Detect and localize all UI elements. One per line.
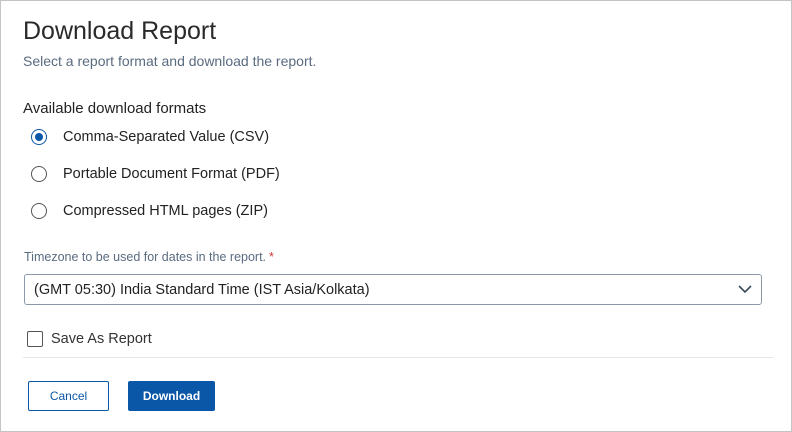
- radio-button[interactable]: [31, 203, 47, 219]
- format-option-pdf[interactable]: Portable Document Format (PDF): [31, 164, 280, 184]
- timezone-select[interactable]: (GMT 05:30) India Standard Time (IST Asi…: [24, 274, 762, 305]
- footer-divider: [23, 357, 773, 358]
- required-marker: *: [269, 250, 274, 264]
- timezone-label-text: Timezone to be used for dates in the rep…: [24, 250, 267, 264]
- dialog-subtitle: Select a report format and download the …: [23, 53, 317, 69]
- save-as-report-label: Save As Report: [51, 331, 152, 347]
- format-option-label: Compressed HTML pages (ZIP): [63, 203, 268, 219]
- cancel-button[interactable]: Cancel: [28, 381, 109, 411]
- download-report-dialog: Download Report Select a report format a…: [0, 0, 792, 432]
- timezone-select-value: (GMT 05:30) India Standard Time (IST Asi…: [34, 281, 370, 298]
- radio-button[interactable]: [31, 166, 47, 182]
- format-option-csv[interactable]: Comma-Separated Value (CSV): [31, 127, 269, 147]
- chevron-down-icon: [738, 285, 752, 294]
- save-as-report-checkbox[interactable]: [27, 331, 43, 347]
- format-option-label: Portable Document Format (PDF): [63, 166, 280, 182]
- download-button[interactable]: Download: [128, 381, 215, 411]
- dialog-title: Download Report: [23, 17, 217, 45]
- radio-button-checked[interactable]: [31, 129, 47, 145]
- save-as-report-option[interactable]: Save As Report: [27, 330, 152, 348]
- format-option-zip[interactable]: Compressed HTML pages (ZIP): [31, 201, 268, 221]
- timezone-label: Timezone to be used for dates in the rep…: [24, 250, 274, 264]
- formats-label: Available download formats: [23, 100, 207, 117]
- format-option-label: Comma-Separated Value (CSV): [63, 129, 270, 145]
